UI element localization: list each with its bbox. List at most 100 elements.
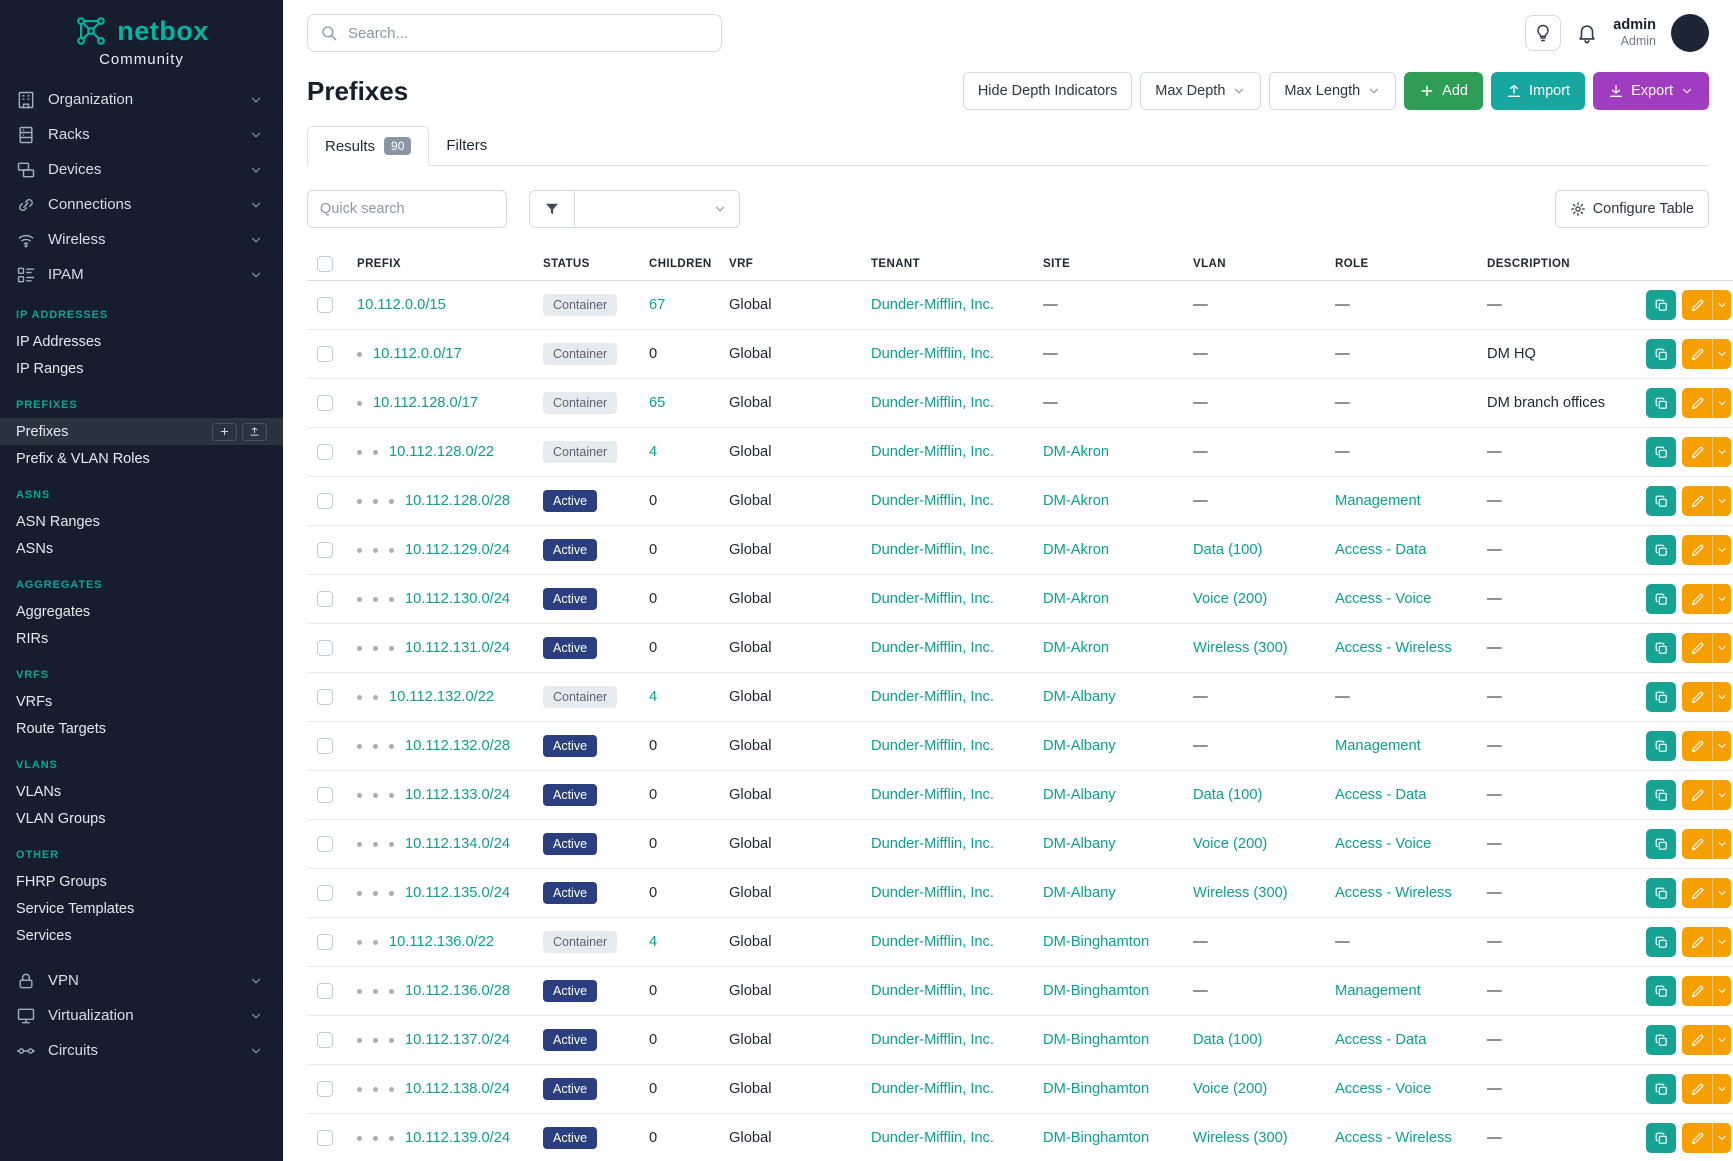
prefix-link[interactable]: 10.112.139.0/24 — [405, 1130, 510, 1146]
prefix-link[interactable]: 10.112.0.0/15 — [357, 297, 446, 313]
tenant-link[interactable]: Dunder-Mifflin, Inc. — [871, 493, 994, 509]
site-link[interactable]: DM-Akron — [1043, 640, 1109, 656]
prefix-link[interactable]: 10.112.0.0/17 — [373, 346, 462, 362]
site-link[interactable]: DM-Albany — [1043, 689, 1116, 705]
clone-button[interactable] — [1646, 780, 1676, 810]
prefix-link[interactable]: 10.112.132.0/22 — [389, 689, 494, 705]
clone-button[interactable] — [1646, 1025, 1676, 1055]
prefix-link[interactable]: 10.112.130.0/24 — [405, 591, 510, 607]
edit-button[interactable] — [1682, 486, 1712, 516]
vlan-link[interactable]: Wireless (300) — [1193, 885, 1288, 901]
children-link[interactable]: 4 — [649, 934, 657, 950]
prefix-link[interactable]: 10.112.128.0/17 — [373, 395, 478, 411]
filter-button[interactable] — [529, 190, 575, 228]
vlan-link[interactable]: Data (100) — [1193, 1032, 1262, 1048]
role-link[interactable]: Access - Voice — [1335, 591, 1431, 607]
edit-dropdown-button[interactable] — [1712, 1025, 1731, 1055]
import-button[interactable]: Import — [1491, 72, 1585, 110]
prefix-link[interactable]: 10.112.133.0/24 — [405, 787, 510, 803]
edit-button[interactable] — [1682, 731, 1712, 761]
role-link[interactable]: Management — [1335, 983, 1421, 999]
role-link[interactable]: Access - Data — [1335, 1032, 1426, 1048]
tenant-link[interactable]: Dunder-Mifflin, Inc. — [871, 885, 994, 901]
tenant-link[interactable]: Dunder-Mifflin, Inc. — [871, 1032, 994, 1048]
sidebar-item-vrfs[interactable]: VRFs — [0, 688, 283, 715]
edit-dropdown-button[interactable] — [1712, 976, 1731, 1006]
edit-dropdown-button[interactable] — [1712, 1123, 1731, 1153]
site-link[interactable]: DM-Binghamton — [1043, 1081, 1149, 1097]
select-all-checkbox[interactable] — [317, 256, 333, 272]
prefix-link[interactable]: 10.112.131.0/24 — [405, 640, 510, 656]
site-link[interactable]: DM-Binghamton — [1043, 934, 1149, 950]
site-link[interactable]: DM-Akron — [1043, 444, 1109, 460]
edit-button[interactable] — [1682, 1074, 1712, 1104]
tenant-link[interactable]: Dunder-Mifflin, Inc. — [871, 983, 994, 999]
clone-button[interactable] — [1646, 927, 1676, 957]
edit-dropdown-button[interactable] — [1712, 682, 1731, 712]
site-link[interactable]: DM-Binghamton — [1043, 1032, 1149, 1048]
edit-dropdown-button[interactable] — [1712, 584, 1731, 614]
sidebar-item-prefix-vlan-roles[interactable]: Prefix & VLAN Roles — [0, 445, 283, 472]
column-header-tenant[interactable]: TENANT — [861, 248, 1033, 281]
row-checkbox[interactable] — [317, 1081, 333, 1097]
tab-filters[interactable]: Filters — [429, 126, 504, 165]
clone-button[interactable] — [1646, 633, 1676, 663]
clone-button[interactable] — [1646, 290, 1676, 320]
row-checkbox[interactable] — [317, 493, 333, 509]
site-link[interactable]: DM-Akron — [1043, 542, 1109, 558]
prefix-link[interactable]: 10.112.128.0/22 — [389, 444, 494, 460]
add-button[interactable]: Add — [1404, 72, 1483, 110]
row-checkbox[interactable] — [317, 542, 333, 558]
sidebar-item-ip-addresses[interactable]: IP Addresses — [0, 328, 283, 355]
site-link[interactable]: DM-Akron — [1043, 493, 1109, 509]
children-link[interactable]: 65 — [649, 395, 665, 411]
quick-add-button[interactable] — [212, 423, 237, 441]
tenant-link[interactable]: Dunder-Mifflin, Inc. — [871, 1130, 994, 1146]
row-checkbox[interactable] — [317, 738, 333, 754]
edit-dropdown-button[interactable] — [1712, 388, 1731, 418]
column-header-site[interactable]: SITE — [1033, 248, 1183, 281]
column-header-prefix[interactable]: PREFIX — [347, 248, 533, 281]
tenant-link[interactable]: Dunder-Mifflin, Inc. — [871, 297, 994, 313]
column-header-vrf[interactable]: VRF — [719, 248, 861, 281]
theme-toggle-button[interactable] — [1525, 15, 1561, 51]
tenant-link[interactable]: Dunder-Mifflin, Inc. — [871, 444, 994, 460]
sidebar-item-virtualization[interactable]: Virtualization — [0, 998, 283, 1033]
site-link[interactable]: DM-Binghamton — [1043, 1130, 1149, 1146]
edit-button[interactable] — [1682, 927, 1712, 957]
tenant-link[interactable]: Dunder-Mifflin, Inc. — [871, 1081, 994, 1097]
row-checkbox[interactable] — [317, 297, 333, 313]
sidebar-item-devices[interactable]: Devices — [0, 152, 283, 187]
row-checkbox[interactable] — [317, 787, 333, 803]
sidebar-item-service-templates[interactable]: Service Templates — [0, 895, 283, 922]
column-header-children[interactable]: CHILDREN — [639, 248, 719, 281]
edit-dropdown-button[interactable] — [1712, 535, 1731, 565]
clone-button[interactable] — [1646, 535, 1676, 565]
notifications-button[interactable] — [1576, 22, 1598, 44]
edit-button[interactable] — [1682, 682, 1712, 712]
clone-button[interactable] — [1646, 584, 1676, 614]
vlan-link[interactable]: Data (100) — [1193, 542, 1262, 558]
sidebar-item-racks[interactable]: Racks — [0, 117, 283, 152]
brand-block[interactable]: netbox Community — [0, 14, 283, 68]
children-link[interactable]: 4 — [649, 689, 657, 705]
edit-button[interactable] — [1682, 584, 1712, 614]
row-checkbox[interactable] — [317, 934, 333, 950]
sidebar-item-vlan-groups[interactable]: VLAN Groups — [0, 805, 283, 832]
saved-filter-select[interactable] — [575, 190, 740, 228]
sidebar-item-asns[interactable]: ASNs — [0, 535, 283, 562]
edit-button[interactable] — [1682, 1123, 1712, 1153]
vlan-link[interactable]: Data (100) — [1193, 787, 1262, 803]
sidebar-item-services[interactable]: Services — [0, 922, 283, 949]
children-link[interactable]: 4 — [649, 444, 657, 460]
edit-dropdown-button[interactable] — [1712, 927, 1731, 957]
sidebar-item-organization[interactable]: Organization — [0, 82, 283, 117]
export-dropdown-button[interactable]: Export — [1593, 72, 1709, 110]
vlan-link[interactable]: Voice (200) — [1193, 836, 1267, 852]
max-length-dropdown[interactable]: Max Length — [1269, 72, 1396, 110]
row-checkbox[interactable] — [317, 346, 333, 362]
clone-button[interactable] — [1646, 1123, 1676, 1153]
vlan-link[interactable]: Voice (200) — [1193, 591, 1267, 607]
edit-dropdown-button[interactable] — [1712, 829, 1731, 859]
sidebar-item-route-targets[interactable]: Route Targets — [0, 715, 283, 742]
